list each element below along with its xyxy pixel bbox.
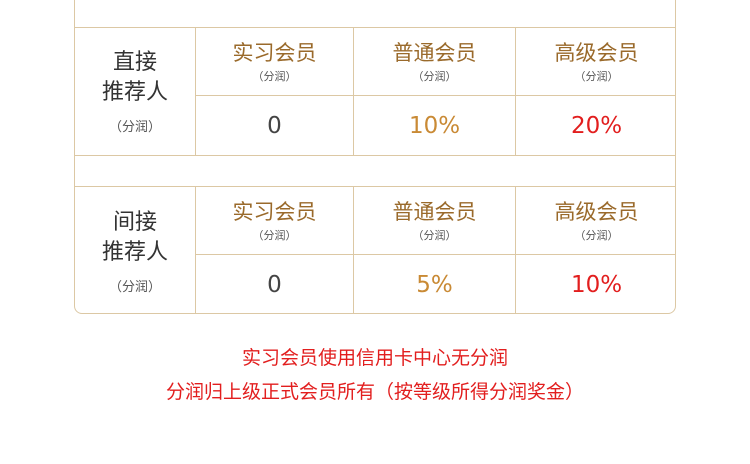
tier-name: 实习会员 (232, 40, 317, 65)
tier-sub: （分润） (252, 228, 297, 242)
commission-value: 0 (267, 272, 282, 298)
tier-header-intern: 实习会员 （分润） (196, 187, 353, 254)
commission-table: 直接 推荐人 （分润） 实习会员 （分润） 普通会员 （分润） 高级会员 （分润… (74, 0, 676, 314)
value-cell: 0 (196, 255, 353, 313)
direct-referrer-label: 直接 推荐人 （分润） (75, 28, 195, 155)
tier-name: 普通会员 (392, 40, 477, 65)
commission-value: 10% (570, 272, 623, 298)
row-label: 间接 (112, 209, 157, 235)
tier-header-senior: 高级会员 （分润） (516, 187, 675, 254)
value-cell: 10% (354, 96, 515, 155)
row-label-sub: （分润） (108, 279, 161, 295)
commission-value: 0 (267, 112, 282, 139)
tier-header-senior: 高级会员 （分润） (516, 28, 675, 95)
tier-sub: （分润） (252, 69, 297, 83)
tier-sub: （分润） (412, 228, 457, 242)
tier-name: 实习会员 (232, 199, 317, 224)
tier-name: 高级会员 (554, 199, 639, 224)
tier-sub: （分润） (574, 69, 619, 83)
value-cell: 20% (516, 96, 675, 155)
indirect-referrer-label: 间接 推荐人 （分润） (75, 187, 195, 313)
tier-sub: （分润） (412, 69, 457, 83)
tier-header-regular: 普通会员 （分润） (354, 187, 515, 254)
row-label-sub: （分润） (108, 120, 161, 135)
tier-name: 高级会员 (554, 40, 639, 65)
commission-value: 5% (416, 272, 453, 298)
note-line-1: 实习会员使用信用卡中心无分润 (241, 347, 508, 369)
value-cell: 10% (516, 255, 675, 313)
value-cell: 0 (196, 96, 353, 155)
divider (75, 155, 675, 156)
value-cell: 5% (354, 255, 515, 313)
tier-name: 普通会员 (392, 199, 477, 224)
row-label: 直接 (112, 50, 157, 75)
tier-header-intern: 实习会员 （分润） (196, 28, 353, 95)
tier-header-regular: 普通会员 （分润） (354, 28, 515, 95)
commission-value: 10% (408, 112, 461, 139)
commission-value: 20% (570, 112, 623, 139)
tier-sub: （分润） (574, 228, 619, 242)
note-line-2: 分润归上级正式会员所有（按等级所得分润奖金） (165, 381, 584, 403)
row-label: 推荐人 (101, 80, 168, 105)
row-label: 推荐人 (101, 239, 168, 265)
